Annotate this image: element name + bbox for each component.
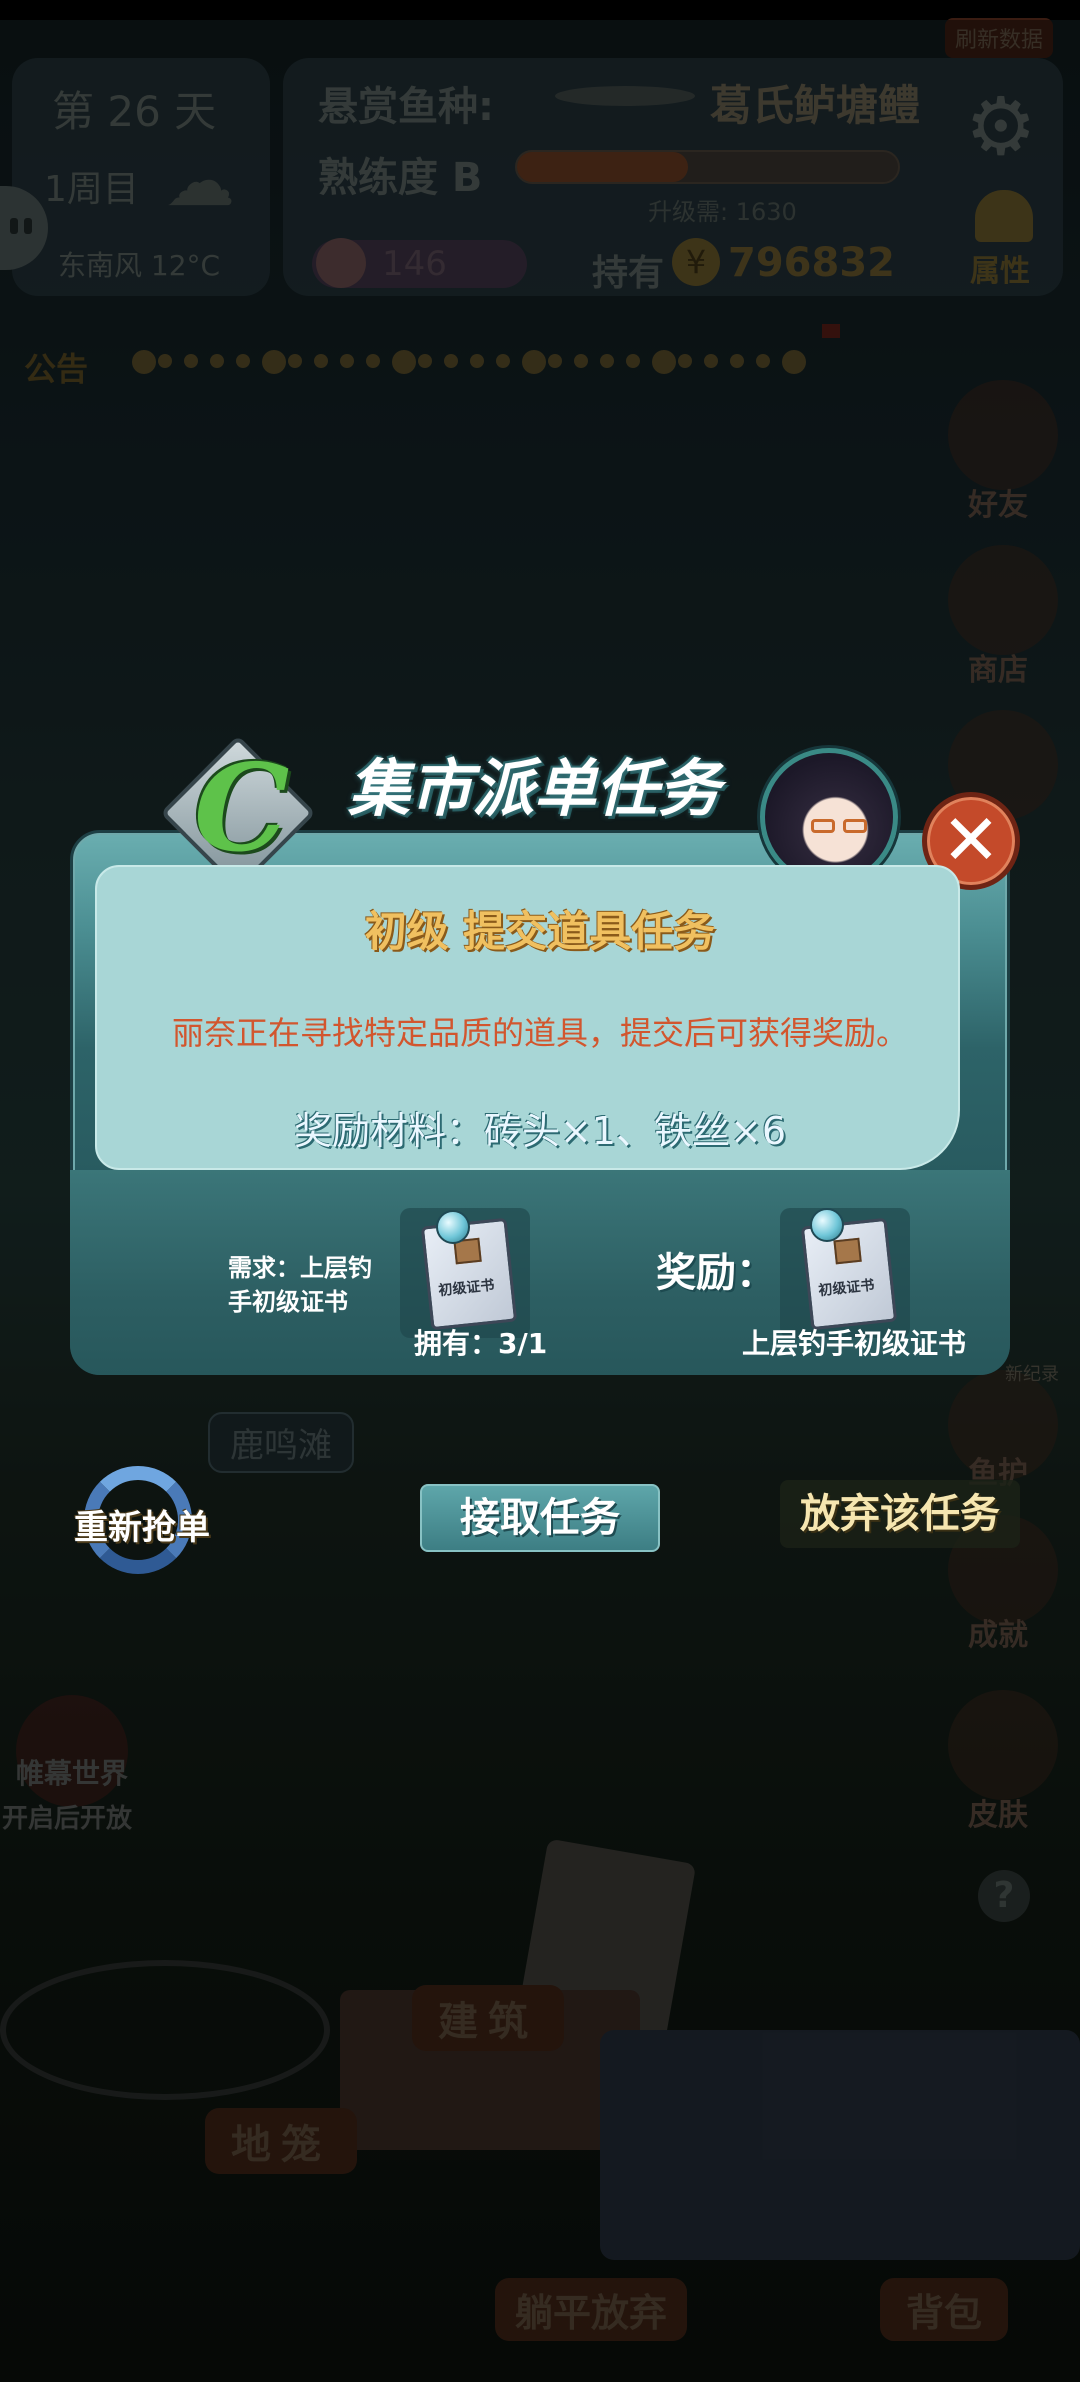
- status-bar: [0, 0, 1080, 20]
- reward-item-name: 上层钓手初级证书: [742, 1327, 967, 1360]
- npc-glasses-icon: [811, 819, 835, 833]
- requirement-label-2: 手初级证书: [228, 1288, 348, 1316]
- owned-count: 拥有：3/1: [414, 1327, 548, 1360]
- abandon-task-button[interactable]: 放弃该任务: [780, 1480, 1020, 1548]
- reward-label: 奖励：: [656, 1250, 776, 1296]
- certificate-book-icon: 初级证书: [420, 1217, 518, 1331]
- reroll-label[interactable]: 重新抢单: [74, 1500, 210, 1549]
- gem-icon: [810, 1208, 844, 1242]
- reward-materials: 奖励材料：砖头×1、铁丝×6: [293, 1109, 787, 1153]
- book-title: 初级证书: [817, 1277, 876, 1300]
- dialog-title: 集市派单任务: [348, 752, 721, 825]
- grade-letter: C: [194, 738, 290, 879]
- book-title: 初级证书: [437, 1277, 496, 1300]
- task-description: 丽奈正在寻找特定品质的道具，提交后可获得奖励。: [171, 1014, 908, 1052]
- required-item-card[interactable]: 初级证书: [400, 1208, 530, 1338]
- reward-item-card[interactable]: 初级证书: [780, 1208, 910, 1338]
- task-title: 初级 提交道具任务: [364, 907, 716, 956]
- box-icon: [833, 1237, 862, 1265]
- gem-icon: [436, 1210, 470, 1244]
- accept-task-button[interactable]: 接取任务: [420, 1484, 660, 1552]
- requirement-label: 需求：上层钓: [228, 1254, 372, 1282]
